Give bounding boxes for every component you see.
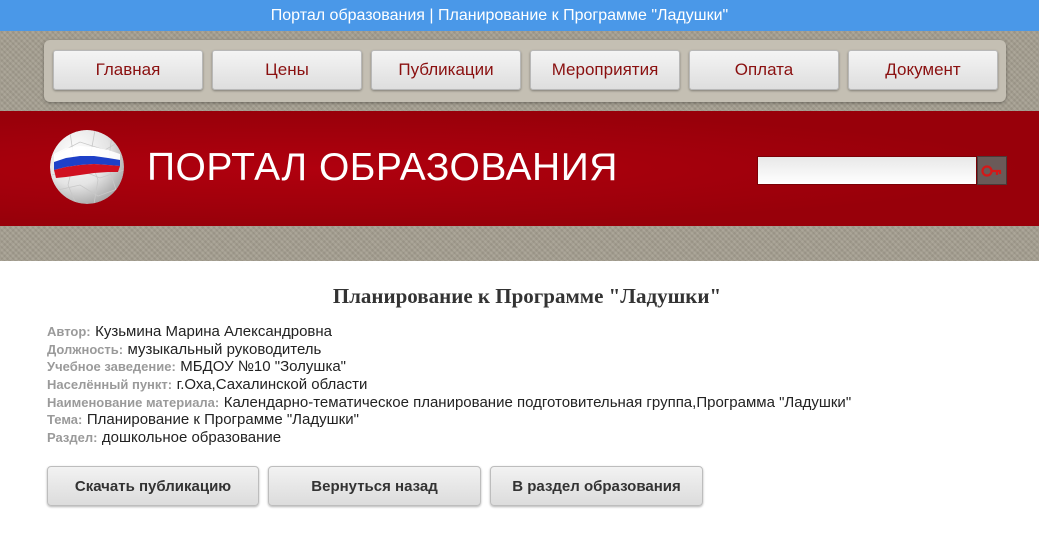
info-label: Должность: xyxy=(47,341,124,357)
info-value: МБДОУ №10 "Золушка" xyxy=(180,358,346,376)
nav-item-home[interactable]: Главная xyxy=(53,50,203,90)
info-row-locality: Населённый пункт: г.Оха,Сахалинской обла… xyxy=(47,376,1027,394)
portal-banner: ПОРТАЛ ОБРАЗОВАНИЯ xyxy=(0,111,1039,226)
info-value: дошкольное образование xyxy=(101,429,282,447)
info-value: Кузьмина Марина Александровна xyxy=(95,323,333,340)
page-title: Планирование к Программе "Ладушки" xyxy=(332,284,722,308)
search-button[interactable] xyxy=(977,156,1007,185)
nav-item-prices[interactable]: Цены xyxy=(212,50,362,90)
info-row-section: Раздел: дошкольное образование xyxy=(47,429,1027,447)
info-label: Населённый пункт: xyxy=(47,377,173,393)
go-back-button[interactable]: Вернуться назад xyxy=(268,466,481,506)
education-section-button[interactable]: В раздел образования xyxy=(490,466,703,506)
info-row-author: Автор: Кузьмина Марина Александровна xyxy=(47,323,1027,341)
info-row-topic: Тема: Планирование к Программе "Ладушки" xyxy=(47,411,1027,429)
search-input[interactable] xyxy=(757,156,977,185)
info-row-institution: Учебное заведение: МБДОУ №10 "Золушка" xyxy=(47,358,1027,376)
info-value: Планирование к Программе "Ладушки" xyxy=(86,411,359,429)
info-row-material: Наименование материала: Календарно-темат… xyxy=(47,394,1027,412)
key-icon xyxy=(981,164,1002,177)
browser-title-bar: Портал образования | Планирование к Прог… xyxy=(0,0,1039,31)
nav-item-publications[interactable]: Публикации xyxy=(371,50,521,90)
main-nav: Главная Цены Публикации Мероприятия Опла… xyxy=(44,40,1006,102)
info-label: Наименование материала: xyxy=(47,394,220,410)
info-value: Календарно-тематическое планирование под… xyxy=(223,393,852,411)
nav-item-events[interactable]: Мероприятия xyxy=(530,50,680,90)
site-header: Главная Цены Публикации Мероприятия Опла… xyxy=(0,31,1039,261)
info-label: Автор: xyxy=(47,324,91,339)
info-value: музыкальный руководитель xyxy=(127,340,322,358)
info-label: Учебное заведение: xyxy=(47,359,176,375)
portal-title: ПОРТАЛ ОБРАЗОВАНИЯ xyxy=(147,146,618,189)
nav-item-document[interactable]: Документ xyxy=(848,50,998,90)
download-publication-button[interactable]: Скачать публикацию xyxy=(47,466,259,506)
russia-flag-globe-icon[interactable] xyxy=(50,130,124,204)
info-label: Раздел: xyxy=(47,430,98,446)
nav-item-payment[interactable]: Оплата xyxy=(689,50,839,90)
info-value: г.Оха,Сахалинской области xyxy=(176,376,368,394)
info-label: Тема: xyxy=(47,412,83,428)
info-row-position: Должность: музыкальный руководитель xyxy=(47,341,1027,359)
publication-info: Автор: Кузьмина Марина Александровна Дол… xyxy=(47,323,1027,447)
window-title: Портал образования | Планирование к Прог… xyxy=(270,6,729,24)
